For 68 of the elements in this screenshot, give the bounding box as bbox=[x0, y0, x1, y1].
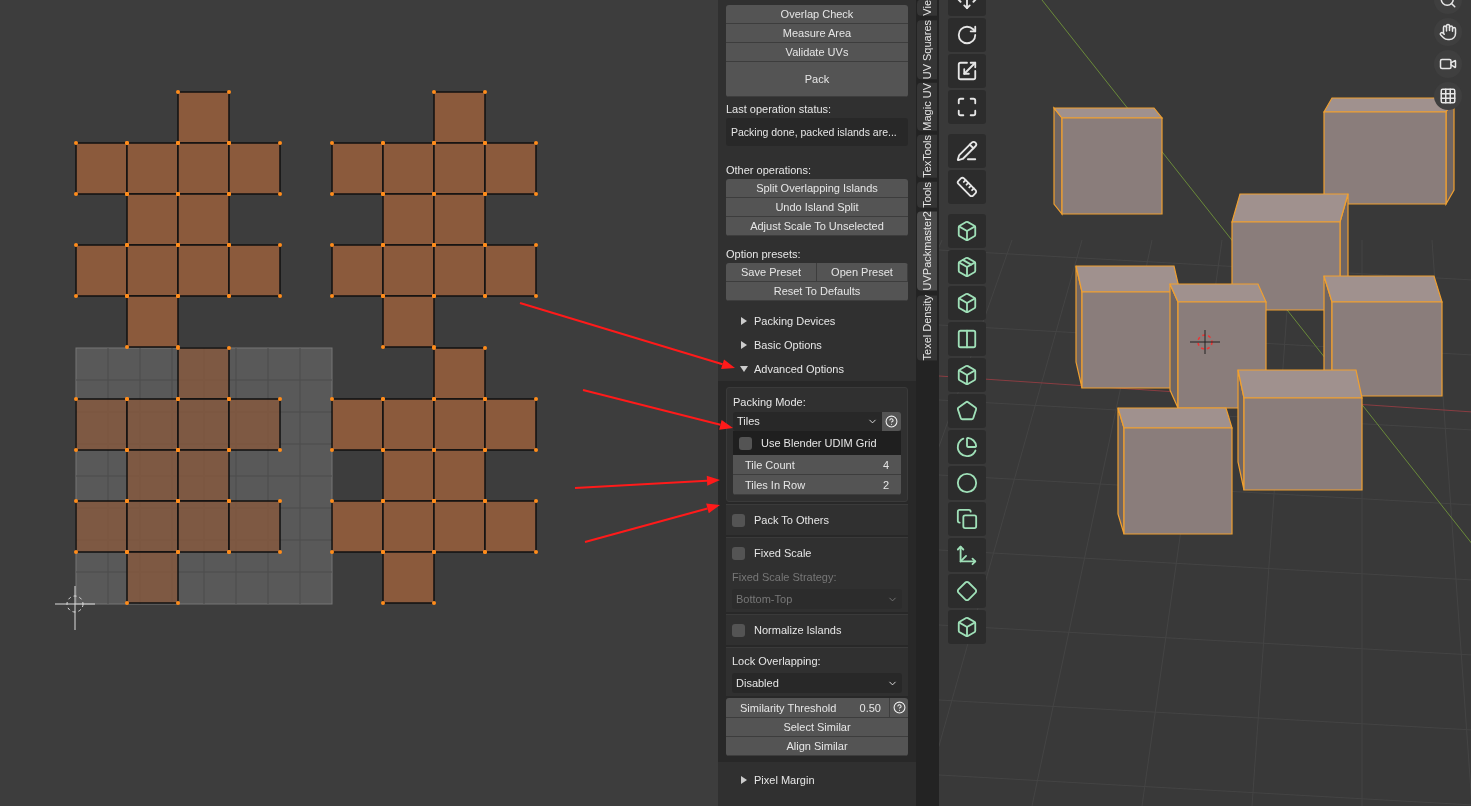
field-label: Packing Mode: bbox=[733, 395, 807, 410]
panel-button[interactable]: Split Overlapping Islands bbox=[726, 179, 908, 198]
cube-icon[interactable] bbox=[948, 322, 986, 356]
number-field[interactable]: Similarity Threshold 0.50 bbox=[726, 698, 889, 718]
field-label: Lock Overlapping: bbox=[732, 654, 822, 669]
preset-button[interactable]: Save Preset bbox=[726, 263, 817, 282]
disclosure-triangle-icon bbox=[740, 776, 748, 784]
panel-button[interactable]: Align Similar bbox=[726, 737, 908, 756]
status-field: Packing done, packed islands are... bbox=[726, 118, 908, 146]
rotate-icon[interactable] bbox=[948, 18, 986, 52]
camera-icon[interactable] bbox=[1434, 50, 1462, 78]
number-field[interactable]: Tiles In Row 2 bbox=[733, 475, 901, 495]
ruler-icon[interactable] bbox=[948, 170, 986, 204]
panel-button[interactable]: Validate UVs bbox=[726, 43, 908, 62]
grid-icon[interactable] bbox=[1434, 82, 1462, 110]
checkbox-label: Normalize Islands bbox=[754, 622, 842, 638]
section-label: Other operations: bbox=[726, 163, 812, 178]
cursor-icon bbox=[54, 585, 96, 631]
pie-icon[interactable] bbox=[948, 430, 986, 464]
panel-button[interactable]: Measure Area bbox=[726, 24, 908, 43]
checkbox-label: Pack To Others bbox=[754, 512, 829, 528]
3d-cursor-icon bbox=[1189, 329, 1221, 355]
cube-icon[interactable] bbox=[948, 502, 986, 536]
checkbox[interactable] bbox=[732, 546, 745, 560]
section-header[interactable]: Basic Options bbox=[718, 333, 916, 357]
help-icon[interactable] bbox=[882, 412, 901, 431]
disclosure-triangle-icon bbox=[740, 341, 748, 349]
section-header[interactable]: Advanced Options bbox=[718, 357, 916, 381]
cube-icon[interactable] bbox=[948, 286, 986, 320]
panel-tab[interactable]: UVPackmaster2 bbox=[917, 211, 937, 291]
panel-tab[interactable]: Magic UV bbox=[917, 83, 937, 131]
panel-button[interactable]: Overlap Check bbox=[726, 5, 908, 24]
panel-tab[interactable]: Texel Density bbox=[917, 294, 937, 361]
section-header[interactable]: Packing Devices bbox=[718, 309, 916, 333]
panel-button[interactable]: Adjust Scale To Unselected bbox=[726, 217, 908, 236]
move-icon[interactable] bbox=[948, 538, 986, 572]
pack-button[interactable]: Pack bbox=[726, 62, 908, 97]
checkbox[interactable] bbox=[739, 436, 752, 450]
pencil-icon[interactable] bbox=[948, 134, 986, 168]
panel-tab[interactable]: Vie bbox=[917, 0, 937, 16]
section-label: Option presets: bbox=[726, 247, 802, 262]
disclosure-triangle-icon bbox=[740, 317, 748, 325]
reset-button[interactable]: Reset To Defaults bbox=[726, 282, 908, 301]
cube-icon[interactable] bbox=[948, 358, 986, 392]
dropdown[interactable]: Disabled bbox=[732, 673, 902, 693]
checkbox-label: Fixed Scale bbox=[754, 545, 812, 561]
cube-icon[interactable] bbox=[948, 250, 986, 284]
disclosure-triangle-icon bbox=[740, 365, 748, 373]
cube-icon[interactable] bbox=[948, 214, 986, 248]
number-field[interactable]: Tile Count 4 bbox=[733, 455, 901, 475]
panel-tab[interactable]: TexTools bbox=[917, 134, 937, 178]
help-icon[interactable] bbox=[889, 698, 908, 718]
dropdown[interactable]: Tiles bbox=[733, 412, 882, 431]
preset-button[interactable]: Open Preset bbox=[817, 263, 908, 282]
panel-button[interactable]: Undo Island Split bbox=[726, 198, 908, 217]
scale-icon[interactable] bbox=[948, 54, 986, 88]
shape-icon[interactable] bbox=[948, 574, 986, 608]
hand-icon[interactable] bbox=[1434, 18, 1462, 46]
checkbox[interactable] bbox=[732, 513, 745, 527]
checkbox[interactable] bbox=[732, 623, 745, 637]
panel-tab[interactable]: Tools bbox=[917, 181, 937, 208]
checkbox-label: Use Blender UDIM Grid bbox=[761, 435, 877, 451]
field-label: Fixed Scale Strategy: bbox=[732, 570, 838, 585]
section-label: Last operation status: bbox=[726, 102, 833, 117]
panel-tab[interactable]: UV Squares bbox=[917, 19, 937, 79]
transform-icon[interactable] bbox=[948, 90, 986, 124]
panel-button[interactable]: Select Similar bbox=[726, 718, 908, 737]
cube-icon[interactable] bbox=[948, 610, 986, 644]
